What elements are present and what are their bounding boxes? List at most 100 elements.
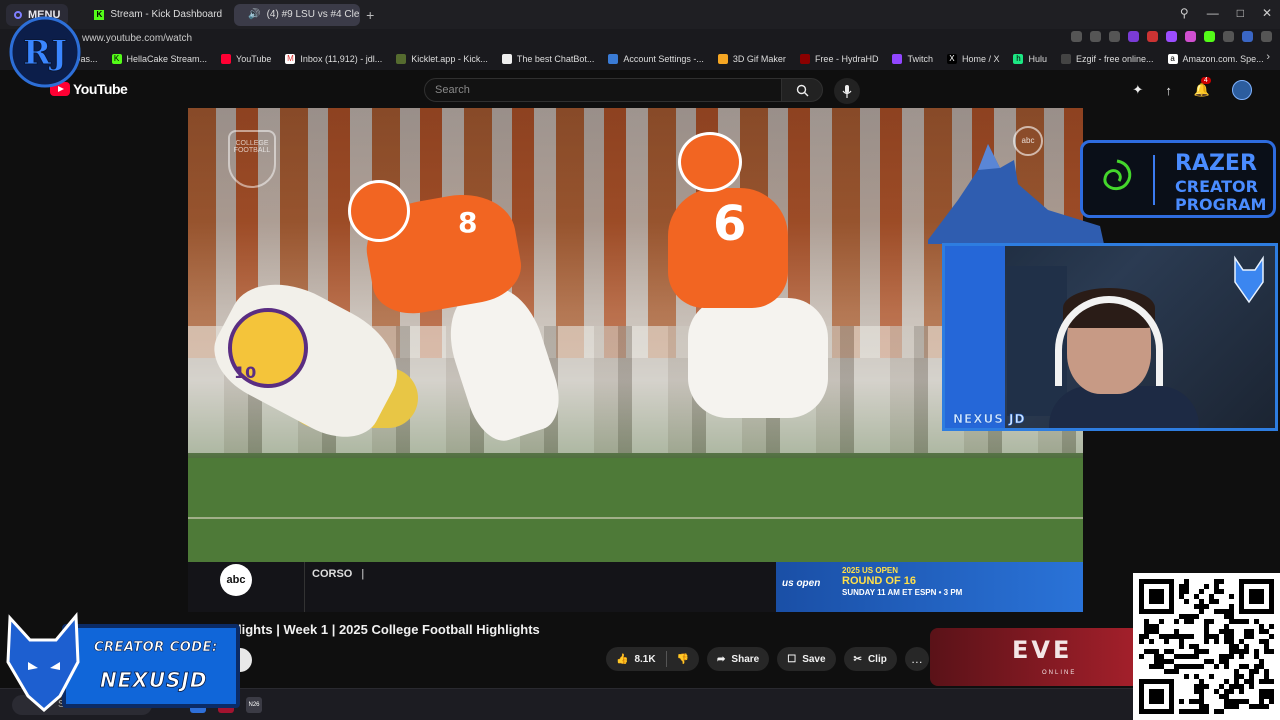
snapshot-icon[interactable]: [1071, 31, 1082, 42]
tab-title: Stream - Kick Dashboard: [110, 9, 223, 20]
extension-pink-icon[interactable]: [1185, 31, 1196, 42]
account-icon: [608, 53, 619, 64]
maximize-icon[interactable]: □: [1237, 6, 1244, 20]
bookmark[interactable]: Kicklet.app - Kick...: [396, 53, 488, 64]
video-title: lights | Week 1 | 2025 College Football …: [238, 622, 540, 637]
notification-badge: 4: [1200, 77, 1211, 84]
razer-divider: [1153, 155, 1155, 205]
browser-menu-icon[interactable]: [1261, 31, 1272, 42]
bookmark[interactable]: a Amazon.com. Spe...: [1167, 53, 1264, 64]
voice-search-button[interactable]: [834, 78, 860, 104]
thumbs-down-icon: 👎: [676, 653, 690, 665]
bookmark-label: HellaCake Stream...: [126, 53, 208, 64]
window-controls: ⚲ — □ ✕: [1180, 6, 1272, 20]
clemson-6-legs: [688, 298, 828, 418]
notifications-button[interactable]: 🔔 4: [1193, 77, 1211, 98]
new-tab-button[interactable]: +: [366, 7, 374, 23]
bookmarks-overflow-icon[interactable]: ›: [1266, 51, 1270, 63]
creator-code-banner: CREATOR CODE: NEXUSJD: [0, 606, 244, 716]
upload-icon[interactable]: ↑: [1165, 83, 1172, 98]
eve-online-ad[interactable]: EVE ONLINE: [930, 628, 1140, 686]
ticker-name-text: CORSO: [312, 568, 353, 580]
bookmark[interactable]: K HellaCake Stream...: [111, 53, 208, 64]
search-input[interactable]: Search: [424, 78, 782, 102]
n26-icon[interactable]: N26: [246, 697, 262, 713]
bookmark-label: Kicklet.app - Kick...: [411, 53, 488, 64]
bookmark[interactable]: X Home / X: [946, 53, 999, 64]
gmail-icon: M: [285, 53, 296, 64]
tab-kick-dashboard[interactable]: K Stream - Kick Dashboard: [86, 4, 230, 26]
gif-icon: [717, 53, 728, 64]
us-open-line-3: SUNDAY 11 AM ET ESPN • 3 PM: [842, 588, 963, 597]
save-button[interactable]: ☐ Save: [777, 647, 836, 671]
like-count: 8.1K: [634, 653, 656, 665]
profile-icon[interactable]: [1242, 31, 1253, 42]
more-icon: …: [910, 652, 923, 666]
screen: MENU K Stream - Kick Dashboard 🔊 (4) #9 …: [0, 0, 1280, 720]
us-open-logo: us open: [782, 578, 821, 589]
extension-purple-icon[interactable]: [1128, 31, 1139, 42]
close-window-icon[interactable]: ✕: [1262, 6, 1272, 20]
extension-icons: [1071, 31, 1272, 42]
bookmark[interactable]: Ezgif - free online...: [1061, 53, 1154, 64]
bookmark[interactable]: The best ChatBot...: [501, 53, 595, 64]
bookmark[interactable]: 3D Gif Maker: [717, 53, 786, 64]
heart-icon[interactable]: [1109, 31, 1120, 42]
youtube-header: YouTube Search ✦ ↑ 🔔 4: [0, 70, 1280, 108]
hulu-icon: h: [1013, 53, 1024, 64]
streamer-logo: RJ: [9, 16, 81, 88]
us-open-line-1: 2025 US OPEN: [842, 566, 899, 575]
svg-text:RJ: RJ: [23, 33, 67, 73]
shield-icon[interactable]: [1090, 31, 1101, 42]
minimize-icon[interactable]: —: [1207, 6, 1219, 20]
video-field-line: [188, 516, 1083, 519]
bookmark-label: Ezgif - free online...: [1076, 53, 1154, 64]
espn-college-football-bug: COLLEGE FOOTBALL: [228, 130, 276, 188]
wolf-head-icon: [6, 612, 80, 712]
search-button[interactable]: [781, 78, 823, 102]
extension-red-icon[interactable]: [1147, 31, 1158, 42]
puzzle-icon[interactable]: [1223, 31, 1234, 42]
more-actions-button[interactable]: …: [904, 647, 929, 671]
bookmark-label: Twitch: [907, 53, 933, 64]
speaker-icon[interactable]: 🔊: [248, 9, 260, 20]
extension-kick-icon[interactable]: [1204, 31, 1215, 42]
share-button[interactable]: ➦ Share: [707, 647, 770, 671]
dislike-button[interactable]: 👎: [667, 647, 699, 671]
kick-icon: K: [94, 9, 105, 20]
bookmark-label: Inbox (11,912) - jdl...: [300, 53, 383, 64]
bookmark-label: 3D Gif Maker: [732, 53, 786, 64]
bookmark[interactable]: YouTube: [221, 53, 272, 64]
qr-code-pattern: [1139, 579, 1274, 714]
bell-icon: 🔔: [1193, 82, 1210, 97]
bookmark-label: YouTube: [236, 53, 272, 64]
bookmark[interactable]: h Hulu: [1013, 53, 1047, 64]
clemson-8-jersey-number: 8: [458, 206, 478, 239]
abc-logo: abc: [220, 564, 252, 596]
lsu-jersey-number: 10: [234, 363, 257, 382]
kicklet-icon: [396, 53, 407, 64]
extension-violet-icon[interactable]: [1166, 31, 1177, 42]
tab-youtube-video[interactable]: 🔊 (4) #9 LSU vs #4 Clem: [234, 3, 361, 26]
razer-creator-badge: RAZER CREATOR PROGRAM: [1080, 140, 1276, 218]
avatar[interactable]: [1232, 80, 1252, 100]
webcam-wall-panel: [945, 246, 1005, 428]
clip-label: Clip: [867, 653, 887, 665]
browser-tab-strip: MENU K Stream - Kick Dashboard 🔊 (4) #9 …: [0, 0, 1280, 29]
bookmark-label: The best ChatBot...: [516, 53, 595, 64]
ticker-divider: [304, 562, 305, 612]
clip-button[interactable]: ✂ Clip: [843, 647, 897, 671]
bookmark[interactable]: Twitch: [892, 53, 933, 64]
bookmark[interactable]: Free - HydraHD: [799, 53, 878, 64]
ticker-name: CORSO |: [312, 568, 364, 580]
bookmark[interactable]: M Inbox (11,912) - jdl...: [285, 53, 383, 64]
bookmark[interactable]: Account Settings -...: [608, 53, 704, 64]
url-field[interactable]: www.youtube.com/watch: [82, 33, 192, 44]
search-tabs-icon[interactable]: ⚲: [1180, 6, 1189, 20]
razer-snake-icon: [1103, 159, 1132, 191]
browser-extension-icon[interactable]: ✦: [1132, 82, 1143, 98]
bookmarks-bar: Das... K HellaCake Stream... YouTube M I…: [0, 47, 1280, 70]
razer-line-3: PROGRAM: [1175, 195, 1267, 214]
share-icon: ➦: [717, 653, 726, 665]
like-button[interactable]: 👍 8.1K: [606, 647, 666, 671]
